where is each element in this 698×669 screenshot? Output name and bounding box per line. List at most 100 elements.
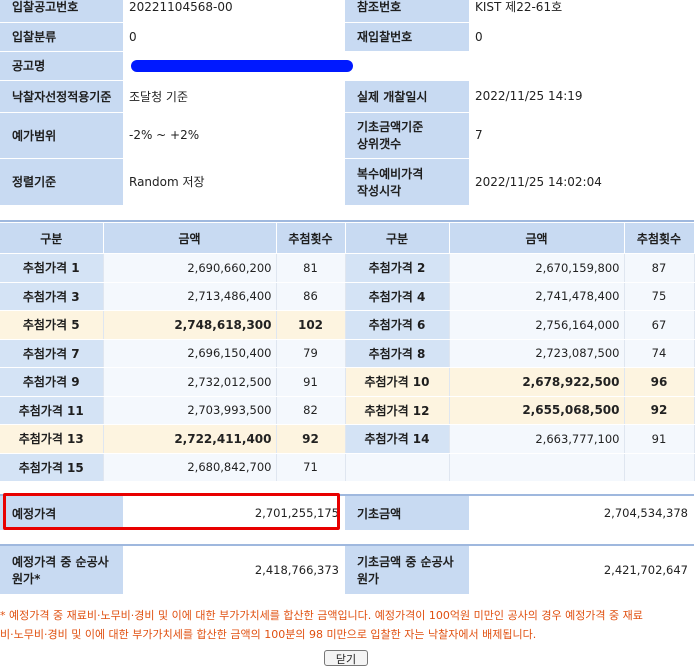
draw-label: 추첨가격 6: [345, 310, 450, 340]
summary-row: 예정가격 중 순공사원가* 2,418,766,373 기초금액 중 순공사원가…: [0, 546, 694, 594]
draw-label: 추첨가격 9: [0, 367, 104, 397]
draw-price-table: 구분 금액 추첨횟수 구분 금액 추첨횟수 추첨가격 1 2,690,660,2…: [0, 223, 695, 482]
info-label: 실제 개찰일시: [345, 80, 469, 113]
draw-label: 추첨가격 3: [0, 282, 104, 311]
info-label: 예가범위: [0, 112, 123, 159]
info-value: 0: [469, 22, 694, 52]
draw-amount-selected: 2,655,068,500: [449, 396, 625, 425]
label-line: 원가*: [12, 572, 41, 586]
table-row: 추첨가격 3 2,713,486,400 86 추첨가격 4 2,741,478…: [0, 282, 695, 311]
draw-count: 87: [624, 253, 695, 283]
table-row: 추첨가격 7 2,696,150,400 79 추첨가격 8 2,723,087…: [0, 339, 695, 368]
draw-count: 91: [276, 367, 346, 397]
highlight-box: [3, 493, 340, 530]
info-value: 20221104568-00: [123, 0, 345, 23]
col-header-category: 구분: [345, 223, 450, 254]
draw-label: 추첨가격 11: [0, 396, 104, 425]
draw-amount: 2,670,159,800: [449, 253, 625, 283]
table-row: 추첨가격 5 2,748,618,300 102 추첨가격 6 2,756,16…: [0, 310, 695, 340]
base-amount-label: 기초금액: [345, 496, 469, 530]
section-divider: [0, 220, 694, 222]
info-row: 입찰분류 0 재입찰번호 0: [0, 22, 694, 52]
info-value: Random 저장: [123, 158, 345, 206]
draw-amount: 2,741,478,400: [449, 282, 625, 311]
draw-amount: 2,696,150,400: [103, 339, 277, 368]
draw-empty-cell: [449, 453, 625, 482]
footnote-line: 비·노무비·경비 및 이에 대한 부가가치세를 합산한 금액의 100분의 98…: [0, 628, 537, 641]
draw-label-selected: 추첨가격 12: [345, 396, 450, 425]
draw-empty-cell: [345, 453, 450, 482]
draw-count-selected: 92: [624, 396, 695, 425]
draw-count-selected: 102: [276, 310, 346, 340]
info-value: 2022/11/25 14:19: [469, 80, 694, 113]
table-row: 추첨가격 15 2,680,842,700 71: [0, 453, 695, 482]
info-value: 2022/11/25 14:02:04: [469, 158, 694, 206]
info-value: 조달청 기준: [123, 80, 345, 113]
draw-label-selected: 추첨가격 13: [0, 424, 104, 454]
label-line: 기초금액 중 순공사: [357, 555, 454, 569]
table-row: 추첨가격 13 2,722,411,400 92 추첨가격 14 2,663,7…: [0, 424, 695, 454]
info-value: -2% ~ +2%: [123, 112, 345, 159]
draw-amount: 2,690,660,200: [103, 253, 277, 283]
estimated-net-cost-value: 2,418,766,373: [123, 546, 345, 594]
info-label: 낙찰자선정적용기준: [0, 80, 123, 113]
draw-count: 91: [624, 424, 695, 454]
draw-count: 75: [624, 282, 695, 311]
draw-amount: 2,663,777,100: [449, 424, 625, 454]
draw-amount-selected: 2,722,411,400: [103, 424, 277, 454]
draw-count: 67: [624, 310, 695, 340]
info-row: 정렬기준 Random 저장 복수예비가격작성시각 2022/11/25 14:…: [0, 158, 694, 206]
info-label: 입찰분류: [0, 22, 123, 52]
draw-count: 79: [276, 339, 346, 368]
close-button[interactable]: 닫기: [324, 650, 368, 666]
draw-amount: 2,703,993,500: [103, 396, 277, 425]
draw-amount: 2,723,087,500: [449, 339, 625, 368]
base-net-cost-value: 2,421,702,647: [469, 546, 694, 594]
notice-name-value: [123, 51, 694, 81]
draw-label: 추첨가격 4: [345, 282, 450, 311]
base-net-cost-label: 기초금액 중 순공사원가: [345, 546, 469, 594]
info-value: 7: [469, 112, 694, 159]
info-label: 참조번호: [345, 0, 469, 23]
info-label-line: 기초금액기준: [357, 120, 424, 134]
col-header-category: 구분: [0, 223, 104, 254]
info-label: 정렬기준: [0, 158, 123, 206]
info-label-line: 작성시각: [357, 183, 402, 198]
col-header-amount: 금액: [449, 223, 625, 254]
info-label-line: 상위갯수: [357, 137, 402, 151]
draw-label: 추첨가격 2: [345, 253, 450, 283]
draw-label-selected: 추첨가격 10: [345, 367, 450, 397]
draw-label: 추첨가격 14: [345, 424, 450, 454]
info-row: 예가범위 -2% ~ +2% 기초금액기준상위갯수 7: [0, 112, 694, 159]
info-label: 공고명: [0, 51, 123, 81]
info-label-line: 복수예비가격: [357, 166, 424, 181]
draw-amount: 2,732,012,500: [103, 367, 277, 397]
table-row: 추첨가격 9 2,732,012,500 91 추첨가격 10 2,678,92…: [0, 367, 695, 397]
label-line: 예정가격 중 순공사: [12, 555, 109, 569]
draw-count: 71: [276, 453, 346, 482]
draw-empty-cell: [624, 453, 695, 482]
draw-amount-selected: 2,748,618,300: [103, 310, 277, 340]
draw-count: 81: [276, 253, 346, 283]
info-value: 0: [123, 22, 345, 52]
footnote: * 예정가격 중 재료비·노무비·경비 및 이에 대한 부가가치세를 합산한 금…: [0, 606, 698, 644]
footnote-line: * 예정가격 중 재료비·노무비·경비 및 이에 대한 부가가치세를 합산한 금…: [0, 609, 643, 622]
draw-amount: 2,756,164,000: [449, 310, 625, 340]
draw-count: 74: [624, 339, 695, 368]
estimated-net-cost-label: 예정가격 중 순공사원가*: [0, 546, 123, 594]
draw-count: 86: [276, 282, 346, 311]
draw-amount-selected: 2,678,922,500: [449, 367, 625, 397]
table-row: 추첨가격 11 2,703,993,500 82 추첨가격 12 2,655,0…: [0, 396, 695, 425]
redaction-bar: [131, 60, 353, 72]
col-header-count: 추첨횟수: [624, 223, 695, 254]
label-line: 원가: [357, 572, 380, 586]
col-header-amount: 금액: [103, 223, 277, 254]
info-label: 입찰공고번호: [0, 0, 123, 23]
info-label: 재입찰번호: [345, 22, 469, 52]
info-label: 기초금액기준상위갯수: [345, 112, 469, 159]
info-value: KIST 제22-61호: [469, 0, 694, 23]
col-header-count: 추첨횟수: [276, 223, 346, 254]
draw-amount: 2,680,842,700: [103, 453, 277, 482]
draw-label-selected: 추첨가격 5: [0, 310, 104, 340]
info-row: 낙찰자선정적용기준 조달청 기준 실제 개찰일시 2022/11/25 14:1…: [0, 80, 694, 113]
